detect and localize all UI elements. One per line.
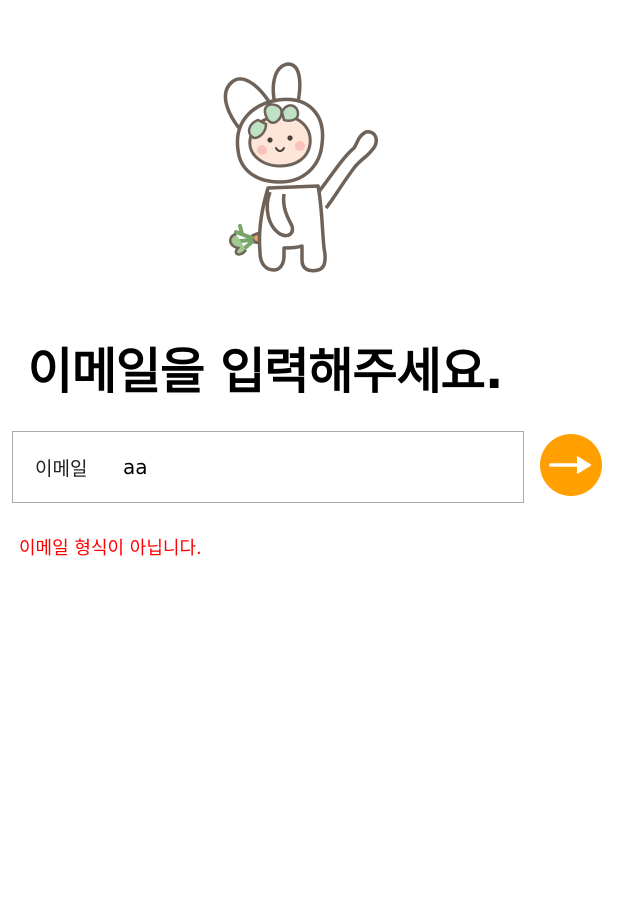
email-field-container[interactable]: 이메일 <box>12 431 524 503</box>
email-error-message: 이메일 형식이 아닙니다. <box>19 538 202 559</box>
bunny-mascot-icon <box>218 58 386 278</box>
next-button[interactable] <box>540 434 602 496</box>
page-title: 이메일을 입력해주세요. <box>28 343 503 400</box>
email-label: 이메일 <box>35 458 88 480</box>
email-input[interactable] <box>123 450 503 484</box>
arrow-right-icon <box>549 456 591 474</box>
